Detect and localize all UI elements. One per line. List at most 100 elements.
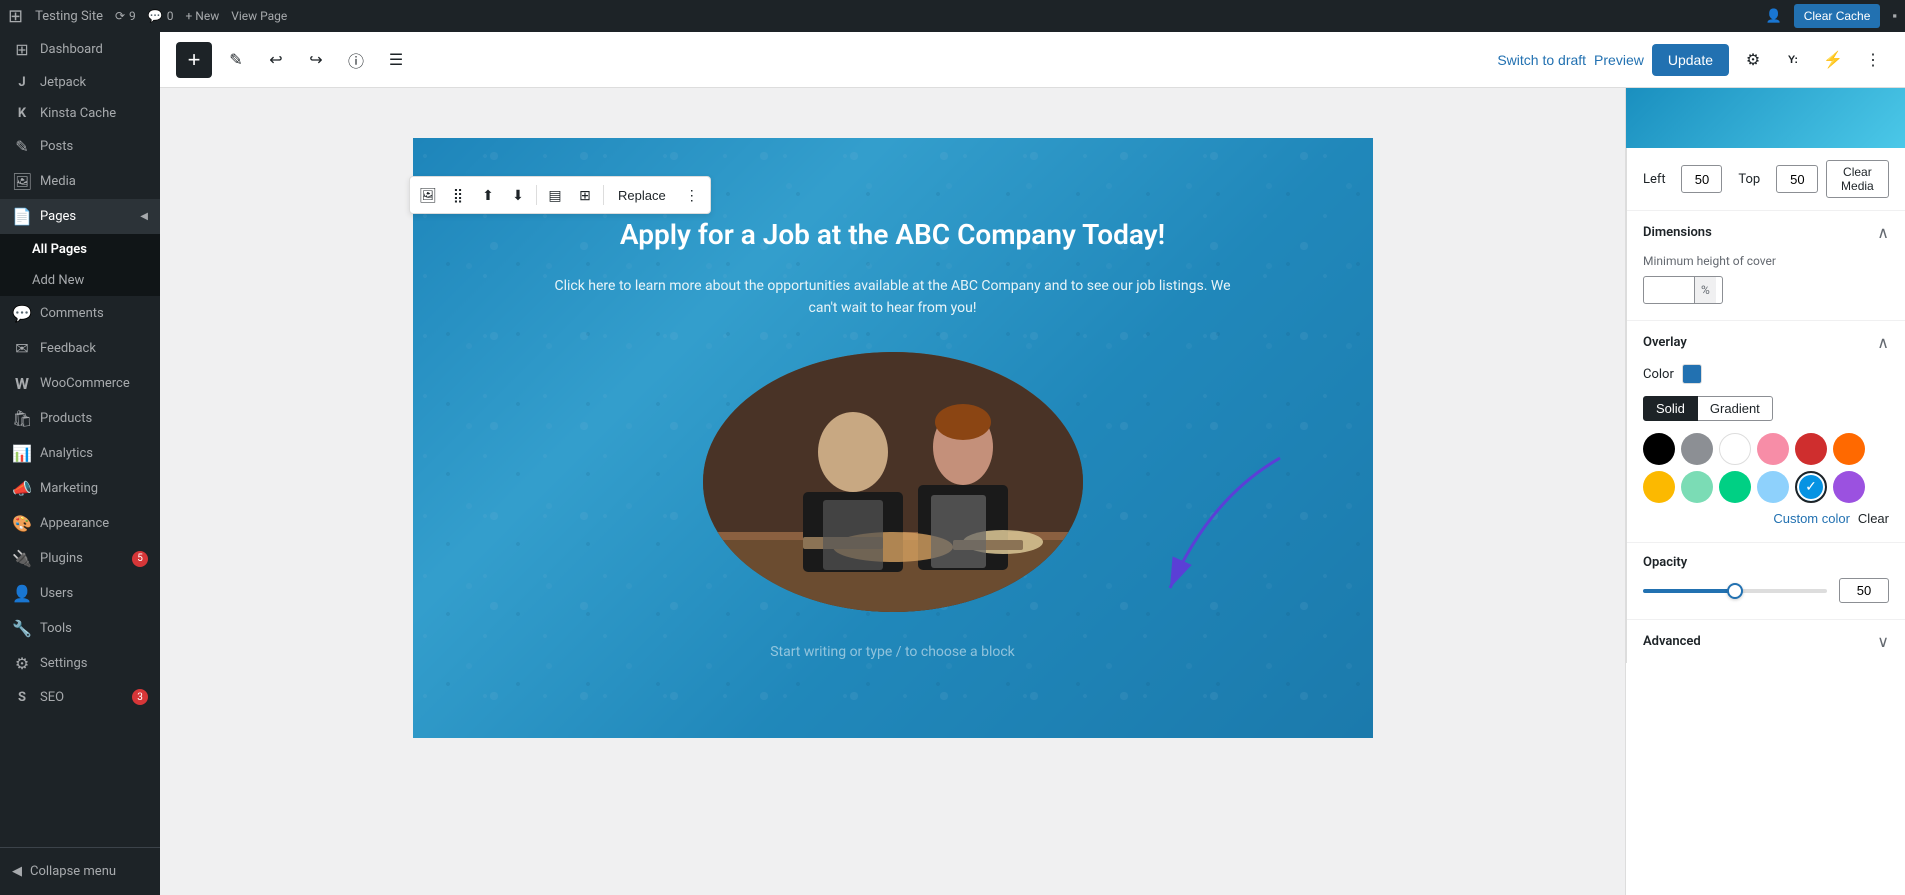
switch-to-draft-button[interactable]: Switch to draft — [1497, 52, 1586, 68]
color-swatch-black[interactable] — [1643, 433, 1675, 465]
sidebar-item-comments[interactable]: 💬 Comments — [0, 296, 160, 331]
color-swatch-cyan[interactable]: ✓ — [1795, 471, 1827, 503]
sidebar-item-label: Dashboard — [40, 42, 103, 57]
overlay-color-swatch[interactable] — [1682, 364, 1702, 384]
align-button[interactable]: ▤ — [541, 181, 569, 209]
sidebar-item-label: All Pages — [32, 242, 87, 257]
undo-button[interactable]: ↩ — [260, 44, 292, 76]
overlay-section-header[interactable]: Overlay ∧ — [1627, 321, 1905, 364]
block-type-button[interactable]: 🖼 — [414, 181, 442, 209]
redo-button[interactable]: ↪ — [300, 44, 332, 76]
collapse-label: Collapse menu — [30, 864, 116, 879]
seo-icon: S — [12, 690, 32, 705]
plugin-icon-button[interactable]: ⚡ — [1817, 44, 1849, 76]
clear-media-button[interactable]: Clear Media — [1826, 160, 1889, 198]
full-width-button[interactable]: ⊞ — [571, 181, 599, 209]
palette-actions: Custom color Clear — [1643, 511, 1889, 526]
sidebar-item-seo[interactable]: S SEO 3 — [0, 681, 160, 713]
settings-panel-button[interactable]: ⚙ — [1737, 44, 1769, 76]
sidebar-item-label: Media — [40, 174, 76, 189]
color-swatch-yellow[interactable] — [1643, 471, 1675, 503]
sidebar-item-tools[interactable]: 🔧 Tools — [0, 611, 160, 646]
top-input[interactable] — [1777, 170, 1817, 189]
yoast-icon-button[interactable]: Y: — [1777, 44, 1809, 76]
sidebar-item-settings[interactable]: ⚙ Settings — [0, 646, 160, 681]
sidebar-item-plugins[interactable]: 🔌 Plugins 5 — [0, 541, 160, 576]
color-swatch-pink[interactable] — [1757, 433, 1789, 465]
overlay-color-row: Color — [1643, 364, 1889, 384]
drag-handle-button[interactable]: ⣿ — [444, 181, 472, 209]
list-view-button[interactable]: ☰ — [380, 44, 412, 76]
solid-type-button[interactable]: Solid — [1643, 396, 1698, 421]
sidebar-item-add-new[interactable]: Add New — [0, 265, 160, 296]
color-swatch-white[interactable] — [1719, 433, 1751, 465]
sidebar-item-marketing[interactable]: 📣 Marketing — [0, 471, 160, 506]
sidebar-item-users[interactable]: 👤 Users — [0, 576, 160, 611]
custom-color-button[interactable]: Custom color — [1773, 511, 1850, 526]
color-swatch-orange[interactable] — [1833, 433, 1865, 465]
color-swatch-light-green[interactable] — [1681, 471, 1713, 503]
sidebar-item-feedback[interactable]: ✉ Feedback — [0, 331, 160, 366]
preview-button[interactable]: Preview — [1594, 52, 1644, 68]
clear-color-button[interactable]: Clear — [1858, 511, 1889, 526]
sidebar-item-dashboard[interactable]: ⊞ Dashboard — [0, 32, 160, 67]
color-swatch-gray[interactable] — [1681, 433, 1713, 465]
content-area: + ✎ ↩ ↪ ⓘ ☰ Switch to draft Preview Upda… — [160, 32, 1905, 895]
comments-btn[interactable]: 💬 0 — [148, 9, 174, 23]
update-button[interactable]: Update — [1652, 44, 1729, 76]
sidebar-item-label: Settings — [40, 656, 87, 671]
panel-preview-thumb — [1626, 88, 1905, 148]
clear-cache-button[interactable]: Clear Cache — [1794, 4, 1881, 28]
sidebar-item-label: Jetpack — [40, 75, 86, 90]
sidebar-item-label: Posts — [40, 139, 73, 154]
canvas-wrapper[interactable]: 🖼 ⣿ ⬆ ⬇ ▤ ⊞ Replace ⋮ A — [160, 88, 1625, 895]
add-block-button[interactable]: + — [176, 42, 212, 78]
plugins-badge: 5 — [132, 551, 148, 567]
posts-icon: ✎ — [12, 137, 32, 156]
cover-block[interactable]: Apply for a Job at the ABC Company Today… — [413, 138, 1373, 738]
sidebar-item-label: Marketing — [40, 481, 98, 496]
cover-description[interactable]: Click here to learn more about the oppor… — [543, 275, 1243, 320]
sidebar-item-label: Tools — [40, 621, 72, 636]
sidebar-item-kinsta[interactable]: K Kinsta Cache — [0, 98, 160, 129]
info-button[interactable]: ⓘ — [340, 44, 372, 76]
color-swatch-red[interactable] — [1795, 433, 1827, 465]
sidebar-item-media[interactable]: 🖼 Media — [0, 164, 160, 199]
min-height-input[interactable] — [1644, 281, 1694, 300]
woocommerce-icon: W — [12, 374, 32, 393]
sidebar-item-analytics[interactable]: 📊 Analytics — [0, 436, 160, 471]
color-swatch-light-blue[interactable] — [1757, 471, 1789, 503]
updates-btn[interactable]: ⟳ 9 — [115, 9, 136, 23]
edit-tool-button[interactable]: ✎ — [220, 44, 252, 76]
wp-logo-icon[interactable]: ⊞ — [8, 6, 23, 27]
new-content-btn[interactable]: + New — [186, 9, 220, 23]
sidebar-item-appearance[interactable]: 🎨 Appearance — [0, 506, 160, 541]
advanced-section-header[interactable]: Advanced ∨ — [1627, 620, 1905, 663]
sidebar-item-all-pages[interactable]: All Pages — [0, 234, 160, 265]
gradient-type-button[interactable]: Gradient — [1698, 396, 1773, 421]
dimensions-section-header[interactable]: Dimensions ∧ — [1627, 211, 1905, 254]
sidebar-item-jetpack[interactable]: J Jetpack — [0, 67, 160, 98]
opacity-row — [1643, 578, 1889, 603]
sidebar-item-pages[interactable]: 📄 Pages ◀ — [0, 199, 160, 234]
more-block-options-button[interactable]: ⋮ — [678, 181, 706, 209]
opacity-title: Opacity — [1643, 555, 1889, 570]
opacity-slider[interactable] — [1643, 589, 1827, 593]
replace-button[interactable]: Replace — [608, 184, 676, 207]
sidebar-item-posts[interactable]: ✎ Posts — [0, 129, 160, 164]
media-icon: 🖼 — [12, 172, 32, 191]
view-page-btn[interactable]: View Page — [231, 9, 287, 23]
sidebar-item-products[interactable]: 🛍 Products — [0, 401, 160, 436]
more-options-button[interactable]: ⋮ — [1857, 44, 1889, 76]
left-input[interactable] — [1682, 170, 1722, 189]
move-down-button[interactable]: ⬇ — [504, 181, 532, 209]
sidebar-item-woocommerce[interactable]: W WooCommerce — [0, 366, 160, 401]
color-swatch-purple[interactable] — [1833, 471, 1865, 503]
site-name[interactable]: Testing Site — [35, 9, 103, 24]
color-swatch-green[interactable] — [1719, 471, 1751, 503]
move-up-button[interactable]: ⬆ — [474, 181, 502, 209]
cover-placeholder[interactable]: Start writing or type / to choose a bloc… — [453, 644, 1333, 660]
opacity-value-input[interactable] — [1839, 578, 1889, 603]
cover-title[interactable]: Apply for a Job at the ABC Company Today… — [453, 218, 1333, 251]
collapse-menu-btn[interactable]: ◀ Collapse menu — [0, 856, 160, 887]
